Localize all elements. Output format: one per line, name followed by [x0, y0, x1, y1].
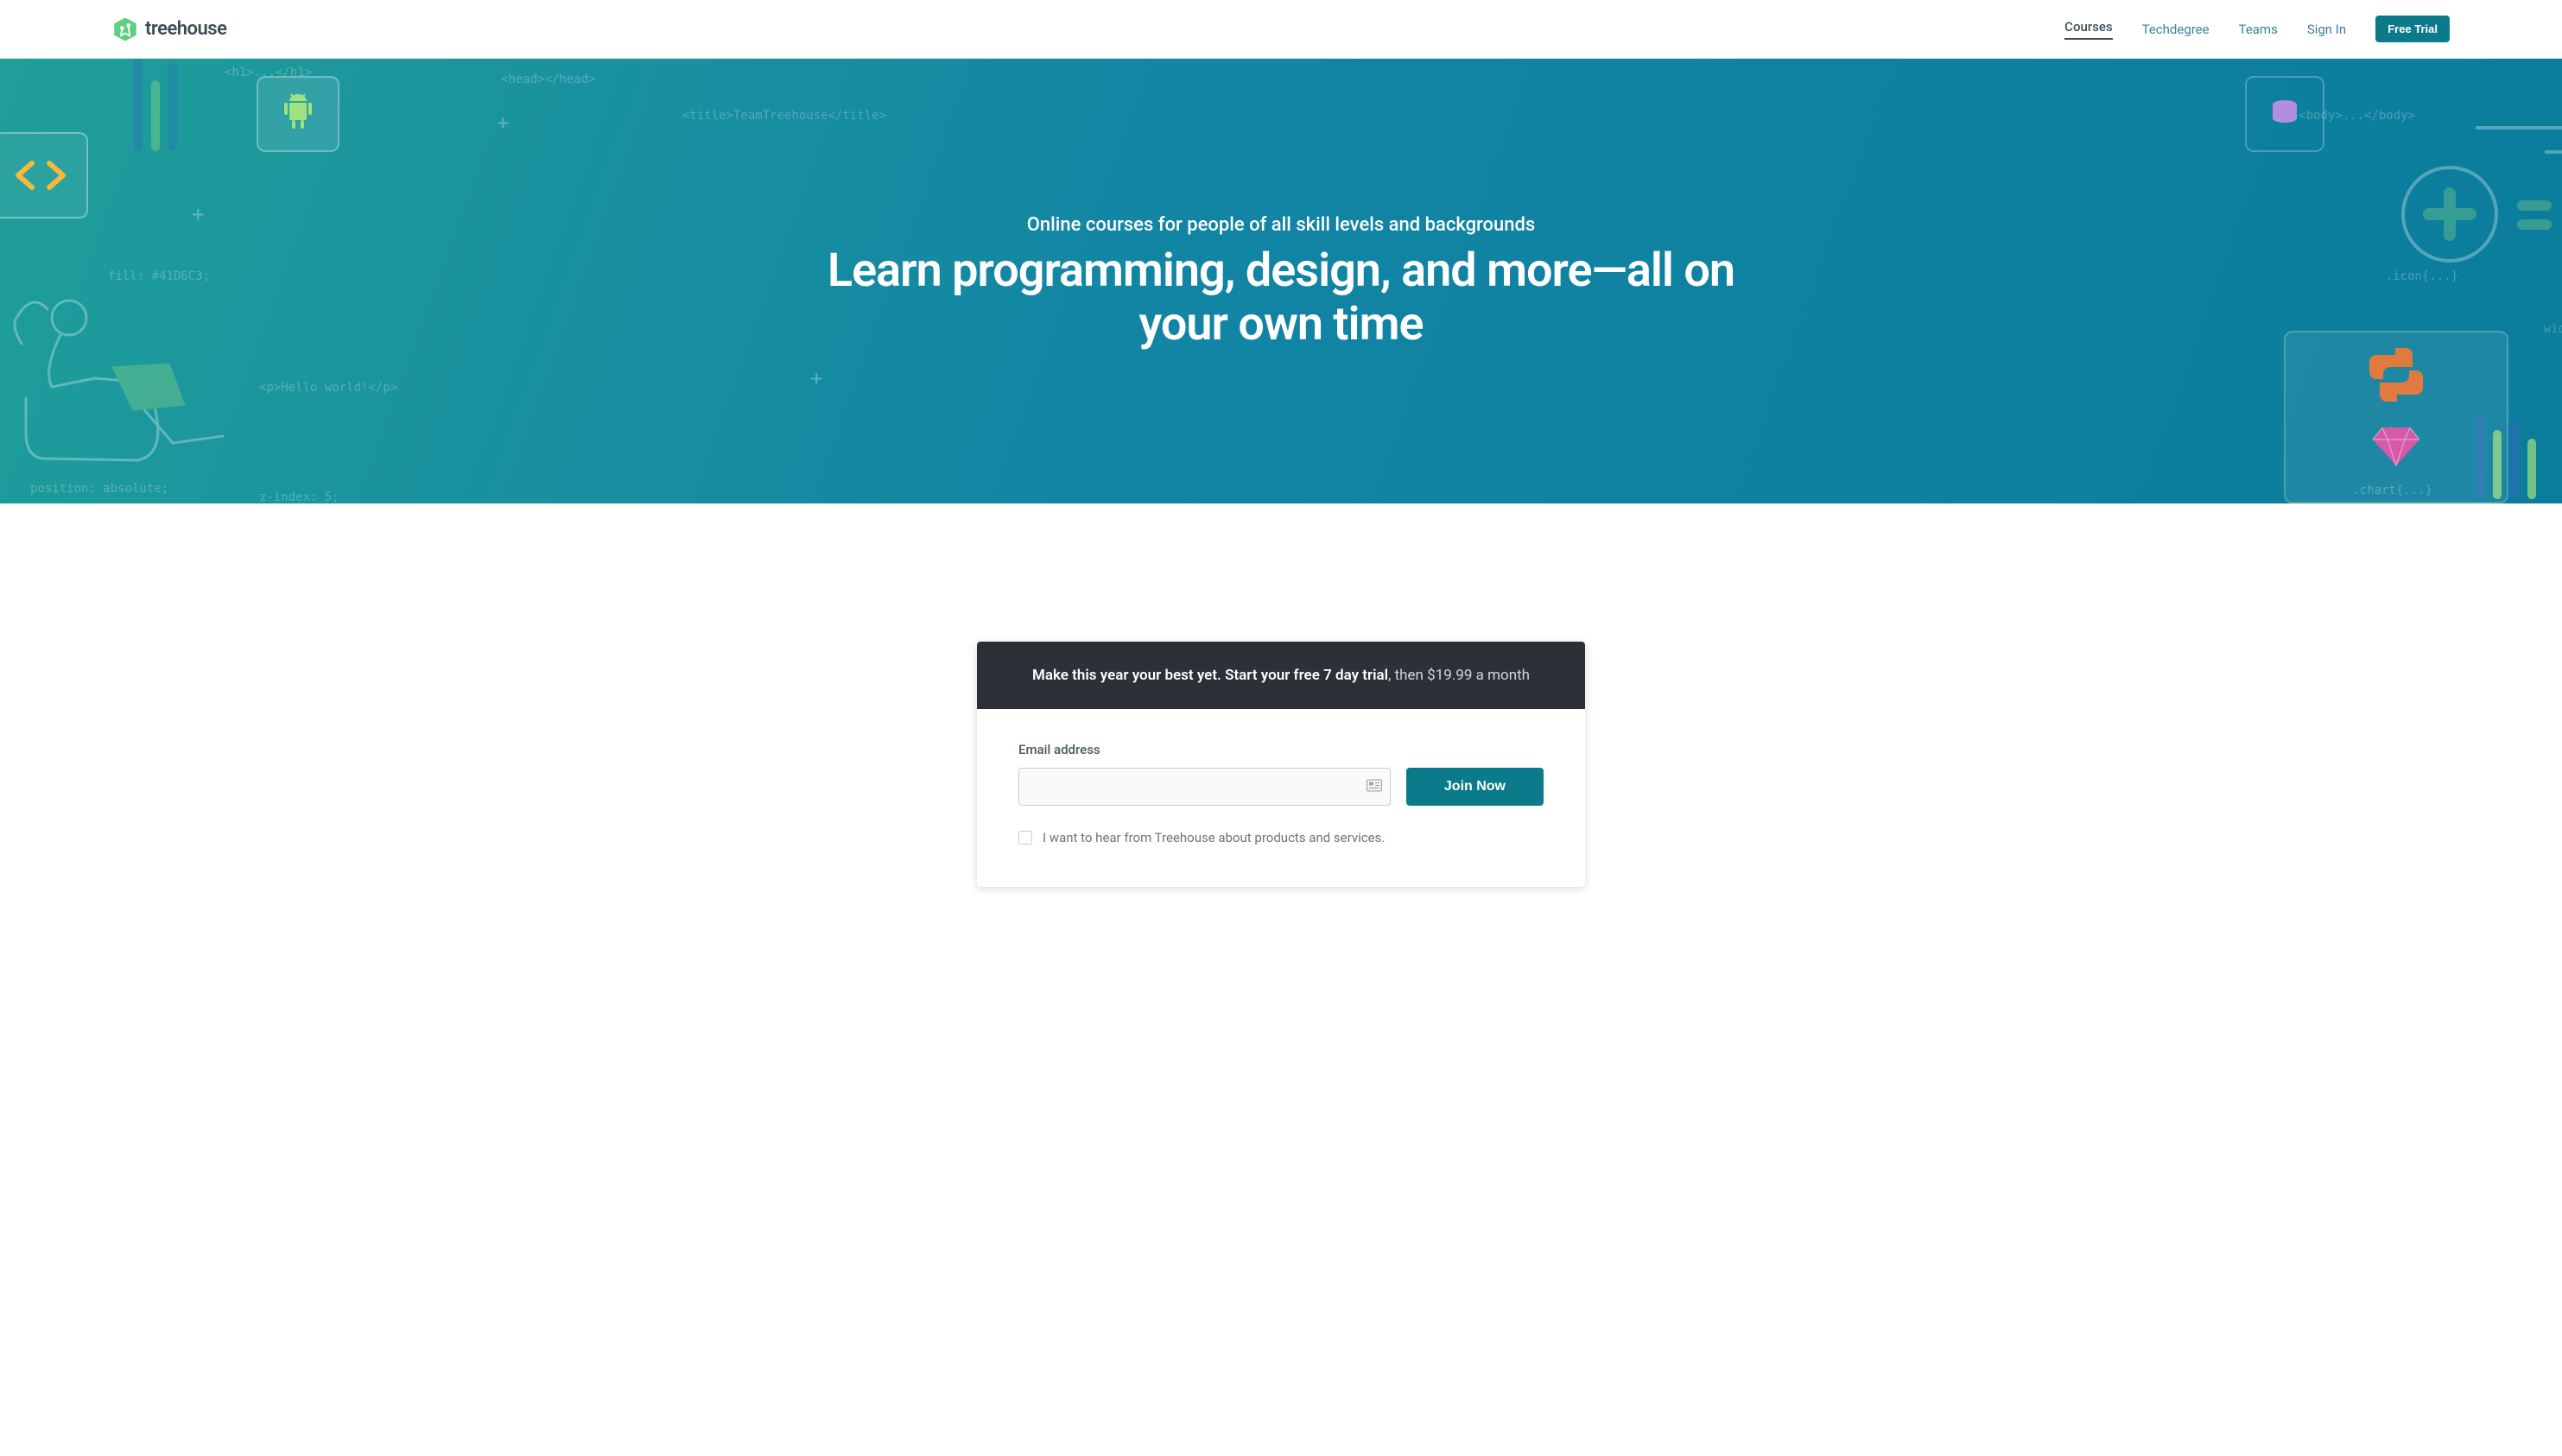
deco-tag-zindex: z-index: 5; — [259, 491, 339, 503]
nav-teams[interactable]: Teams — [2239, 22, 2278, 37]
join-now-button[interactable]: Join Now — [1406, 768, 1544, 806]
marketing-opt-in-checkbox[interactable] — [1018, 831, 1032, 845]
python-ruby-deco-icon — [2284, 331, 2508, 503]
plus-icon: + — [810, 366, 822, 390]
signup-card-header: Make this year your best yet. Start your… — [977, 642, 1585, 709]
treehouse-logo-icon — [112, 16, 138, 42]
contact-card-icon — [1367, 779, 1382, 795]
hero-section: <h1>...</h1> <head></head> <title>TeamTr… — [0, 59, 2562, 503]
cta-headline-bold: Make this year your best yet. Start your… — [1032, 667, 1388, 684]
ruby-gem-icon — [2373, 426, 2419, 467]
hero-title: Learn programming, design, and more—all … — [780, 244, 1782, 351]
nav-techdegree[interactable]: Techdegree — [2142, 22, 2210, 37]
email-input[interactable] — [1018, 768, 1391, 806]
cta-headline-light: , then $19.99 a month — [1388, 667, 1530, 684]
logo[interactable]: treehouse — [112, 16, 226, 42]
deco-tag-p: <p>Hello world!</p> — [259, 381, 397, 395]
python-icon — [2366, 345, 2426, 405]
free-trial-button[interactable]: Free Trial — [2375, 16, 2450, 42]
marketing-opt-in-label: I want to hear from Treehouse about prod… — [1043, 830, 1385, 845]
email-label: Email address — [1018, 742, 1544, 757]
hero-subtitle: Online courses for people of all skill l… — [0, 214, 2562, 236]
site-header: treehouse Courses Techdegree Teams Sign … — [0, 0, 2562, 59]
nav-sign-in[interactable]: Sign In — [2307, 22, 2346, 37]
nav-courses[interactable]: Courses — [2064, 19, 2112, 40]
signup-card: Make this year your best yet. Start your… — [977, 642, 1585, 887]
main-nav: Courses Techdegree Teams Sign In Free Tr… — [2064, 16, 2450, 42]
logo-text: treehouse — [145, 18, 226, 40]
